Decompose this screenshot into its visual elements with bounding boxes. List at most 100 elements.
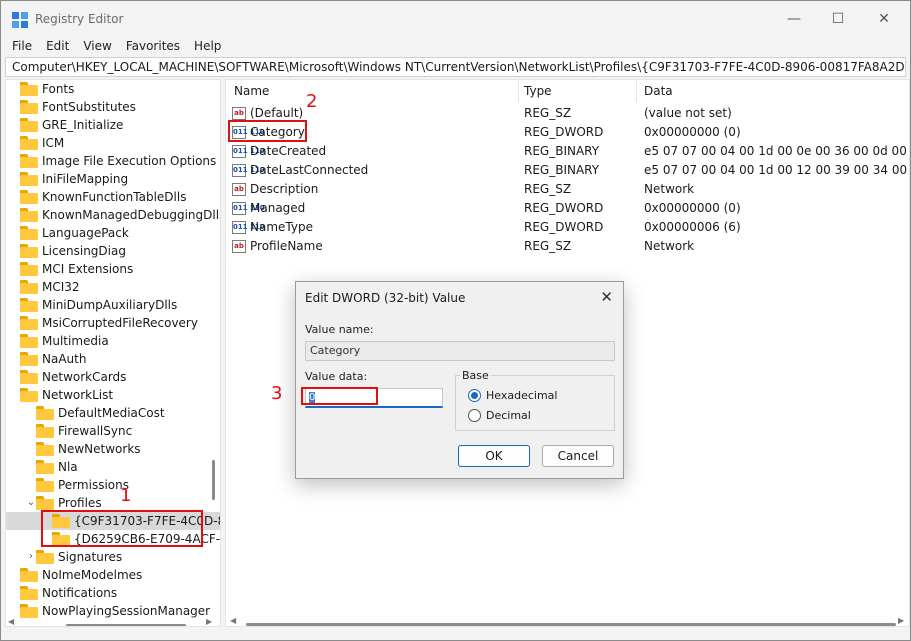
tree-item[interactable]: MCI Extensions xyxy=(6,260,220,278)
highlight-box-value-data xyxy=(301,387,378,405)
list-horizontal-scrollbar[interactable] xyxy=(246,623,896,626)
tree-item[interactable]: Image File Execution Options xyxy=(6,152,220,170)
tree-item-label: Multimedia xyxy=(42,334,109,348)
menu-favorites[interactable]: Favorites xyxy=(119,37,187,57)
value-row[interactable]: ab Description REG_SZ Network xyxy=(226,180,909,199)
tree-item[interactable]: KnownFunctionTableDlls xyxy=(6,188,220,206)
tree-item[interactable]: NetworkCards xyxy=(6,368,220,386)
tree-item[interactable]: MCI32 xyxy=(6,278,220,296)
folder-icon xyxy=(36,496,54,510)
column-divider[interactable] xyxy=(636,80,637,102)
tree-item-label: NowPlayingSessionManager xyxy=(42,604,211,618)
column-divider[interactable] xyxy=(518,80,519,102)
tree-item-label: NewNetworks xyxy=(58,442,141,456)
tree-item-label: LanguagePack xyxy=(42,226,129,240)
tree-horizontal-scrollbar[interactable] xyxy=(66,624,186,626)
minimize-button[interactable]: — xyxy=(771,1,817,37)
tree-item[interactable]: NaAuth xyxy=(6,350,220,368)
scroll-right-icon[interactable]: ▶ xyxy=(206,617,212,626)
tree-vertical-scrollbar[interactable] xyxy=(212,460,215,500)
folder-icon xyxy=(36,460,54,474)
tree-item[interactable]: LicensingDiag xyxy=(6,242,220,260)
close-button[interactable]: ✕ xyxy=(861,1,907,37)
tree-item[interactable]: MiniDumpAuxiliaryDlls xyxy=(6,296,220,314)
tree-item-label: Image File Execution Options xyxy=(42,154,217,168)
tree-item-label: FontSubstitutes xyxy=(42,100,136,114)
tree-item[interactable]: DefaultMediaCost xyxy=(6,404,220,422)
hexadecimal-radio[interactable] xyxy=(468,389,481,402)
column-header-name[interactable]: Name xyxy=(234,80,269,102)
tree-item[interactable]: LanguagePack xyxy=(6,224,220,242)
title-bar: Registry Editor — ☐ ✕ xyxy=(1,1,910,37)
tree-item-label: Notifications xyxy=(42,586,118,600)
tree-item-label: Nla xyxy=(58,460,78,474)
column-header-data[interactable]: Data xyxy=(644,80,673,102)
folder-icon xyxy=(20,136,38,150)
decimal-radio[interactable] xyxy=(468,409,481,422)
tree-item[interactable]: NoImeModelmes xyxy=(6,566,220,584)
edit-dword-dialog: Edit DWORD (32-bit) Value ✕ Value name: … xyxy=(295,281,624,479)
decimal-label[interactable]: Decimal xyxy=(486,409,531,422)
tree-item[interactable]: Notifications xyxy=(6,584,220,602)
dialog-close-icon[interactable]: ✕ xyxy=(600,288,613,306)
value-row[interactable]: 011 110 NameType REG_DWORD 0x00000006 (6) xyxy=(226,218,909,237)
menu-view[interactable]: View xyxy=(76,37,118,57)
value-data-cell: Network xyxy=(644,182,695,196)
tree-item[interactable]: KnownManagedDebuggingDlls xyxy=(6,206,221,224)
tree-item[interactable]: IniFileMapping xyxy=(6,170,220,188)
value-type-cell: REG_DWORD xyxy=(524,201,604,215)
value-row[interactable]: 011 110 Category REG_DWORD 0x00000000 (0) xyxy=(226,123,909,142)
tree-item[interactable]: › Signatures xyxy=(6,548,220,566)
tree-item[interactable]: NowPlayingSessionManager xyxy=(6,602,220,620)
tree-item-label: NetworkCards xyxy=(42,370,127,384)
value-name-cell: ProfileName xyxy=(250,239,323,253)
ok-button[interactable]: OK xyxy=(458,445,530,467)
folder-icon xyxy=(20,208,38,222)
value-type-cell: REG_BINARY xyxy=(524,144,600,158)
scroll-right-icon[interactable]: ▶ xyxy=(898,616,904,625)
folder-icon xyxy=(20,262,38,276)
chevron-right-icon[interactable]: › xyxy=(26,548,36,566)
folder-icon xyxy=(20,298,38,312)
value-data-cell: (value not set) xyxy=(644,106,732,120)
scroll-left-icon[interactable]: ◀ xyxy=(230,616,236,625)
cancel-button[interactable]: Cancel xyxy=(542,445,614,467)
value-row[interactable]: ab (Default) REG_SZ (value not set) xyxy=(226,104,909,123)
tree-item[interactable]: FontSubstitutes xyxy=(6,98,220,116)
chevron-down-icon[interactable]: ⌄ xyxy=(26,494,36,512)
tree-item[interactable]: NewNetworks xyxy=(6,440,220,458)
maximize-button[interactable]: ☐ xyxy=(815,1,861,37)
folder-icon xyxy=(20,388,38,402)
tree-item[interactable]: ICM xyxy=(6,134,220,152)
folder-icon xyxy=(20,586,38,600)
tree-item[interactable]: NetworkList xyxy=(6,386,220,404)
tree-item[interactable]: GRE_Initialize xyxy=(6,116,220,134)
value-name-cell: NameType xyxy=(250,220,313,234)
tree-item[interactable]: Fonts xyxy=(6,80,220,98)
column-header-type[interactable]: Type xyxy=(524,80,552,102)
menu-edit[interactable]: Edit xyxy=(39,37,76,57)
tree-item-label: FirewallSync xyxy=(58,424,133,438)
folder-icon xyxy=(36,478,54,492)
value-row[interactable]: 011 110 Managed REG_DWORD 0x00000000 (0) xyxy=(226,199,909,218)
tree-item[interactable]: FirewallSync xyxy=(6,422,220,440)
tree-item[interactable]: Permissions xyxy=(6,476,220,494)
menu-help[interactable]: Help xyxy=(187,37,228,57)
scroll-left-icon[interactable]: ◀ xyxy=(8,617,14,626)
tree-item[interactable]: Nla xyxy=(6,458,220,476)
tree-item-label: MCI Extensions xyxy=(42,262,134,276)
value-row[interactable]: 011 110 DateLastConnected REG_BINARY e5 07 … xyxy=(226,161,909,180)
tree-item-label: KnownManagedDebuggingDlls xyxy=(42,208,221,222)
value-row[interactable]: ab ProfileName REG_SZ Network xyxy=(226,237,909,256)
address-bar[interactable]: Computer\HKEY_LOCAL_MACHINE\SOFTWARE\Mic… xyxy=(5,57,906,77)
value-type-cell: REG_DWORD xyxy=(524,125,604,139)
value-row[interactable]: 011 110 DateCreated REG_BINARY e5 07 07 00 … xyxy=(226,142,909,161)
menu-file[interactable]: File xyxy=(5,37,39,57)
tree-item-label: NaAuth xyxy=(42,352,87,366)
value-type-cell: REG_SZ xyxy=(524,182,572,196)
hexadecimal-label[interactable]: Hexadecimal xyxy=(486,389,557,402)
tree-item[interactable]: MsiCorruptedFileRecovery xyxy=(6,314,220,332)
tree-item[interactable]: Multimedia xyxy=(6,332,220,350)
folder-icon xyxy=(20,190,38,204)
window-title: Registry Editor xyxy=(35,12,124,26)
